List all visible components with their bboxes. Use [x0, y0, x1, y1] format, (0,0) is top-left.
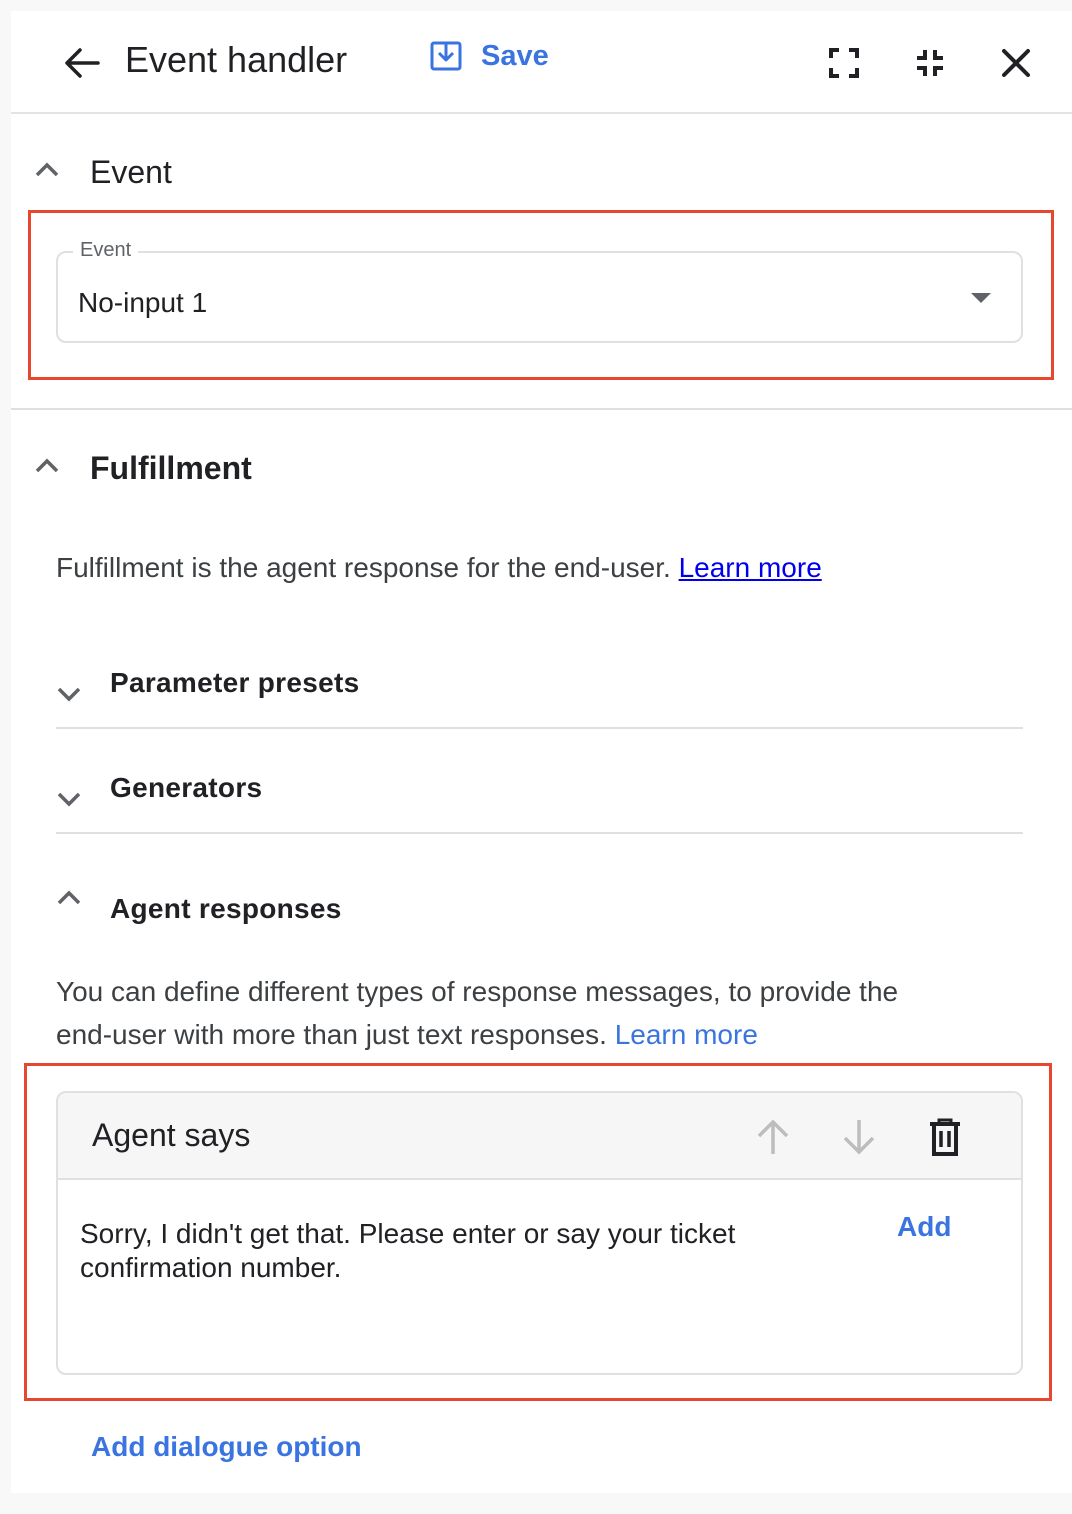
fulfillment-learn-more-link[interactable]: Learn more: [679, 552, 822, 583]
save-icon: [430, 41, 462, 71]
agent-responses-description-line2-text: end-user with more than just text respon…: [56, 1019, 607, 1050]
arrow-up-icon: [757, 1119, 789, 1154]
trash-icon: [930, 1118, 960, 1156]
agent-says-title: Agent says: [92, 1117, 251, 1153]
event-section-title: Event: [90, 154, 172, 190]
parameter-presets-expander[interactable]: Parameter presets: [56, 651, 1023, 727]
fullscreen-button[interactable]: [821, 43, 867, 83]
event-handler-panel: Event handler Save Event Event No-input …: [11, 11, 1072, 1493]
agent-says-text[interactable]: Sorry, I didn't get that. Please enter o…: [80, 1217, 820, 1285]
exit-fullscreen-button[interactable]: [907, 43, 953, 83]
close-icon: [1002, 49, 1030, 77]
agent-responses-label: Agent responses: [110, 893, 342, 924]
back-arrow-icon: [65, 48, 100, 78]
fulfillment-description: Fulfillment is the agent response for th…: [56, 546, 822, 589]
agent-says-card-header: Agent says: [58, 1093, 1021, 1180]
parameter-presets-label: Parameter presets: [110, 667, 360, 698]
add-dialogue-option-button[interactable]: Add dialogue option: [91, 1431, 362, 1463]
collapse-event-chevron-icon[interactable]: [34, 161, 60, 179]
add-variant-button[interactable]: Add: [897, 1211, 951, 1243]
arrow-down-icon: [843, 1120, 875, 1155]
panel-header: Event handler Save: [11, 11, 1072, 114]
save-button[interactable]: Save: [429, 39, 549, 73]
expand-chevron-icon: [57, 792, 81, 807]
fullscreen-exit-icon: [917, 50, 943, 76]
agent-says-card: Agent says Sorry, I didn't get that. Ple…: [56, 1091, 1023, 1375]
fulfillment-section-title: Fulfillment: [90, 450, 252, 486]
event-select[interactable]: Event No-input 1: [56, 239, 1023, 343]
back-button[interactable]: [59, 43, 105, 83]
subsection-divider: [56, 832, 1023, 834]
dropdown-arrow-icon: [971, 293, 991, 303]
page-title: Event handler: [125, 39, 348, 80]
collapse-fulfillment-chevron-icon[interactable]: [34, 457, 60, 475]
agent-responses-description-line1: You can define different types of respon…: [56, 976, 899, 1007]
subsection-divider: [56, 727, 1023, 729]
agent-responses-description: You can define different types of respon…: [56, 970, 898, 1056]
move-down-button[interactable]: [837, 1115, 881, 1159]
collapse-chevron-icon: [57, 890, 81, 905]
fulfillment-description-text: Fulfillment is the agent response for th…: [56, 552, 671, 583]
fullscreen-icon: [829, 48, 859, 78]
agent-responses-learn-more-link[interactable]: Learn more: [615, 1019, 758, 1050]
move-up-button[interactable]: [751, 1115, 795, 1159]
save-label: Save: [481, 39, 549, 72]
delete-button[interactable]: [923, 1115, 967, 1159]
event-select-value: No-input 1: [78, 287, 208, 318]
agent-responses-description-line2: end-user with more than just text respon…: [56, 1013, 898, 1056]
agent-responses-expander[interactable]: Agent responses: [56, 877, 1023, 937]
event-select-label: Event: [73, 239, 139, 262]
generators-label: Generators: [110, 772, 263, 803]
generators-expander[interactable]: Generators: [56, 756, 1023, 832]
expand-chevron-icon: [57, 687, 81, 702]
section-divider: [11, 408, 1072, 410]
close-button[interactable]: [993, 43, 1039, 83]
